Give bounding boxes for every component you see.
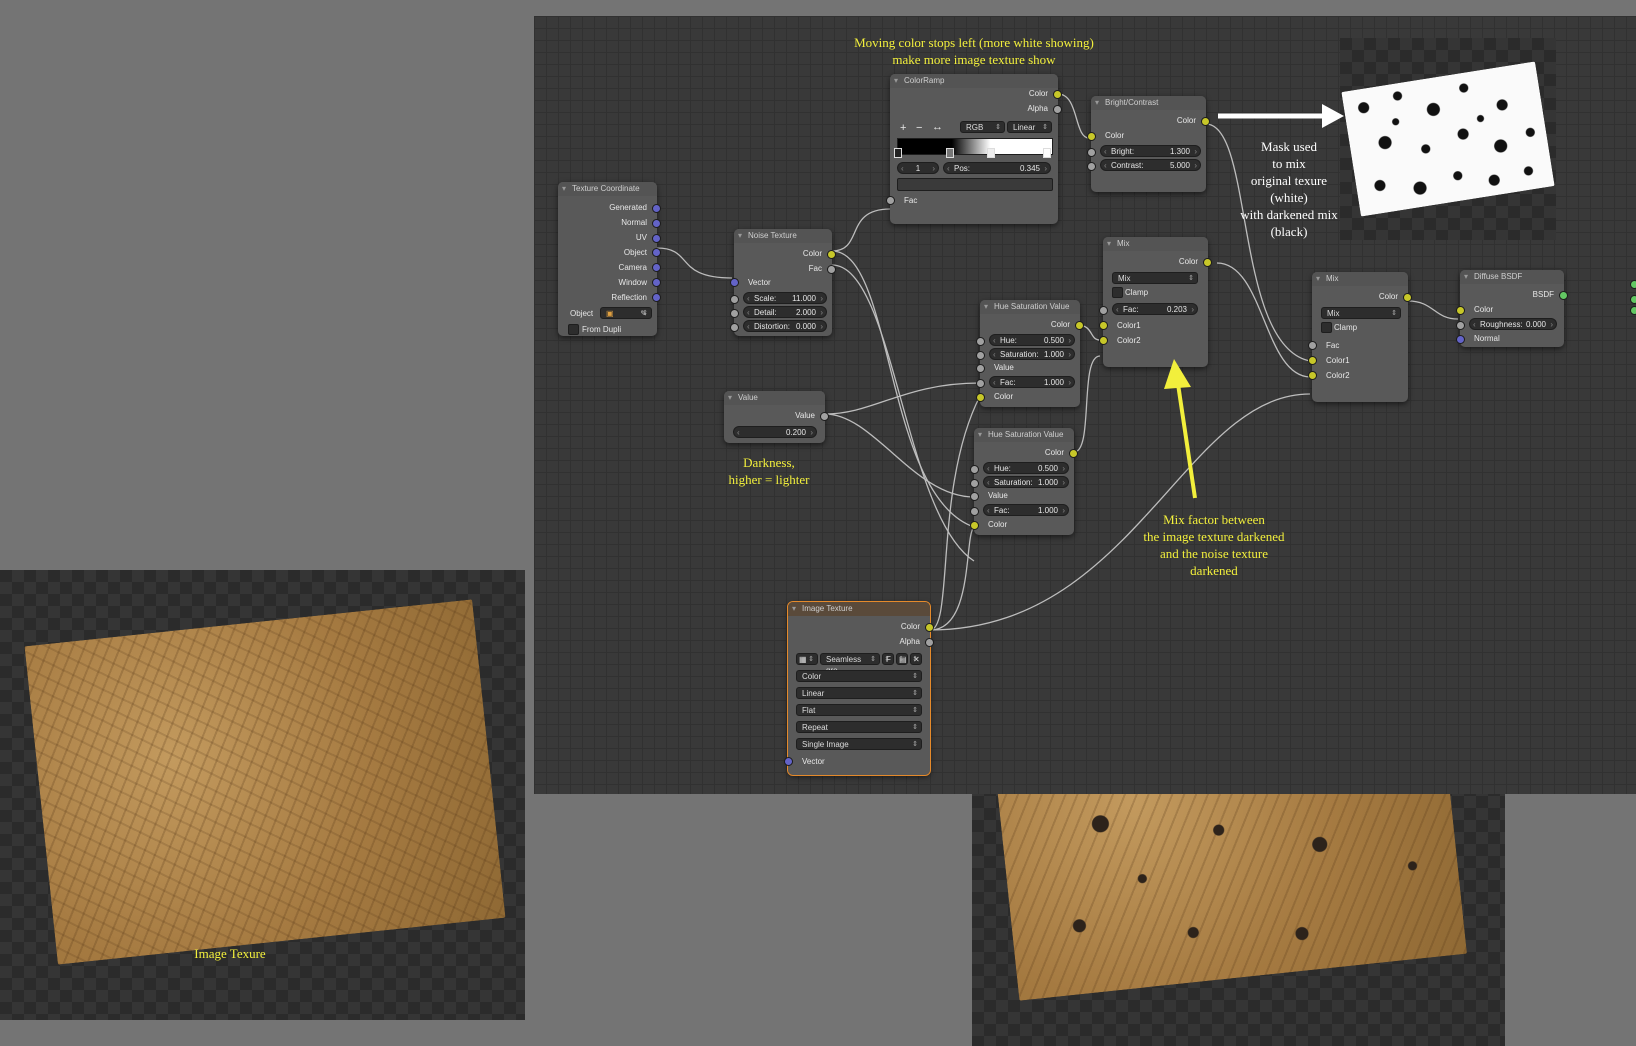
node-editor[interactable]: Texture Coordinate Generated Normal UV O… xyxy=(534,16,1636,794)
annotation-line: Mix factor between xyxy=(1163,512,1265,527)
annotation-line: Darkness, xyxy=(743,455,795,470)
image-texture-caption: Image Texure xyxy=(194,946,266,961)
annotation-mask: Mask used to mix original texure (white)… xyxy=(1224,138,1354,240)
annotation-line: (white) xyxy=(1270,190,1308,205)
annotation-mix-factor: Mix factor between the image texture dar… xyxy=(1104,511,1324,579)
image-texture-render xyxy=(24,599,506,965)
annotation-line: original texure xyxy=(1250,173,1328,188)
annotation-line: darkened xyxy=(1190,563,1238,578)
annotation-arrows xyxy=(1164,104,1344,499)
yellow-arrow-shaft xyxy=(1176,383,1197,499)
annotation-line: higher = lighter xyxy=(728,472,810,487)
annotation-line: Mask used xyxy=(1261,139,1317,154)
annotation-line: the image texture darkened xyxy=(1143,529,1285,544)
annotation-darkness: Darkness, higher = lighter xyxy=(704,454,834,488)
annotation-line: with darkened mix xyxy=(1240,207,1338,222)
annotation-line: and the noise texture xyxy=(1160,546,1268,561)
yellow-arrow-head xyxy=(1164,359,1191,389)
annotation-line: to mix xyxy=(1272,156,1306,171)
white-arrow-head xyxy=(1322,104,1344,128)
annotation-line: (black) xyxy=(1270,224,1308,239)
image-texture-preview: Image Texure xyxy=(0,570,525,1020)
